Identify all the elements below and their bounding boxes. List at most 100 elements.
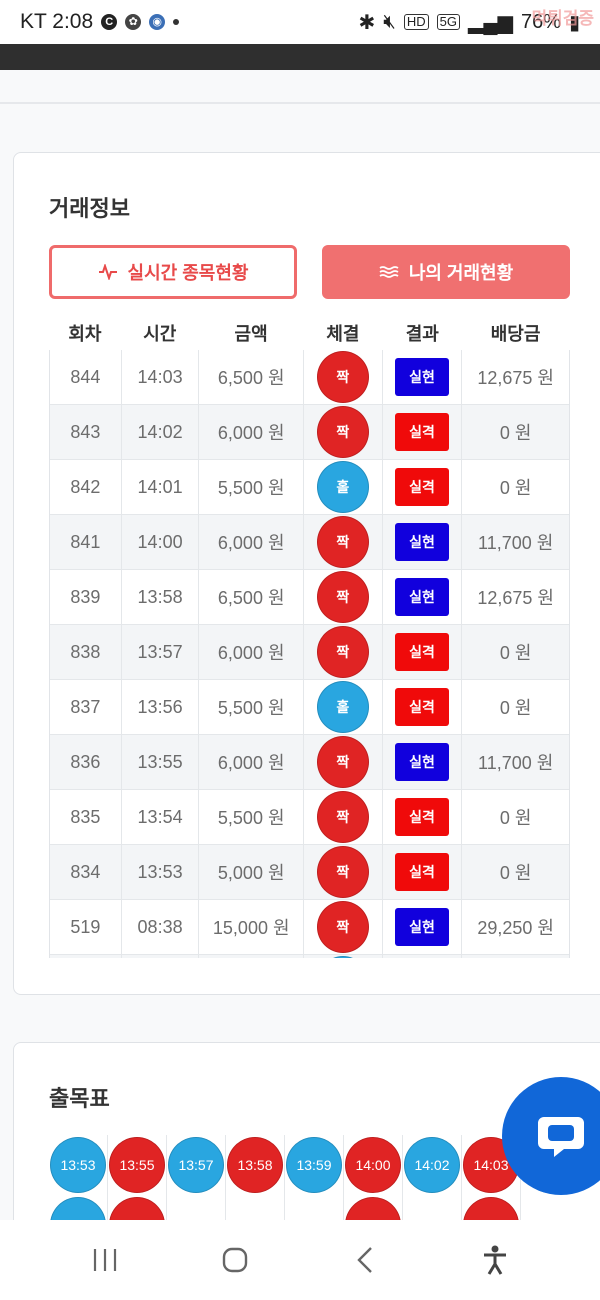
pulse-icon [98, 264, 117, 280]
payout-value: 0 원 [499, 863, 532, 883]
round-value: 836 [70, 751, 101, 772]
chulmok-row: 13:53 13:55 13:57 13:58 13:59 14:00 14:02 14:03… [49, 1135, 579, 1195]
realtime-status-label: 실시간 종목현황 [127, 263, 249, 283]
chulmok-ball: 14:04 [463, 1197, 519, 1220]
cell-time: 14:03 [122, 350, 200, 404]
recent-apps-icon [93, 1249, 117, 1271]
time-value: 13:57 [137, 641, 183, 662]
table-row: 839 13:58 6,500 원 짝 실현 12,675 원 [50, 570, 569, 625]
pick-ball: 짝 [316, 351, 369, 403]
cell-amount: 5,500 원 [199, 680, 305, 734]
my-trade-button[interactable]: 나의 거래현황 [322, 245, 570, 299]
cell-pick: 짝 [304, 350, 383, 404]
payout-value: 11,700 원 [478, 533, 554, 553]
amount-value: 5,000 원 [217, 863, 285, 883]
time-value: 13:53 [137, 861, 183, 882]
signal-icon: ▂▄▆ [468, 11, 513, 34]
cell-amount: 6,500 원 [199, 350, 305, 404]
result-badge: 실격 [395, 798, 450, 836]
chulmok-cell [521, 1195, 579, 1220]
cell-payout: 11,700 원 [462, 515, 569, 569]
notification-dot-icon [173, 19, 180, 25]
result-badge: 실격 [395, 853, 450, 891]
table-row: 842 14:01 5,500 원 홀 실격 0 원 [50, 460, 569, 515]
pick-ball: 짝 [316, 901, 369, 953]
header-round: 회차 [68, 324, 102, 344]
round-value: 844 [70, 366, 101, 387]
cell-time: 13:56 [122, 680, 200, 734]
back-button[interactable] [335, 1230, 395, 1290]
header-payout: 배당금 [490, 324, 541, 344]
time-value: 14:03 [137, 366, 183, 387]
amount-value: 6,500 원 [217, 368, 285, 388]
cell-round: 834 [50, 845, 122, 899]
home-button[interactable] [205, 1230, 265, 1290]
cell-time: 14:00 [122, 515, 200, 569]
cell-pick: 짝 [304, 625, 383, 679]
pick-ball: 짝 [316, 516, 369, 568]
accessibility-button[interactable] [465, 1230, 525, 1290]
pick-ball: 짝 [316, 846, 369, 898]
chulmok-grid: 13:53 13:55 13:57 13:58 13:59 14:00 14:02 14:03… [49, 1135, 579, 1220]
chulmok-cell: 13:58 [226, 1135, 285, 1195]
round-value: 837 [70, 696, 101, 717]
cell-result: 실격 [383, 625, 463, 679]
cell-result: 실현 [383, 515, 463, 569]
bluetooth-icon: ✱ [358, 11, 376, 34]
cell-result: 실현 [383, 900, 463, 954]
cell-pick: 홀 [304, 680, 383, 734]
table-row: 836 13:55 6,000 원 짝 실현 11,700 원 [50, 735, 569, 790]
payout-value: 0 원 [499, 478, 532, 498]
pick-ball: 짝 [316, 406, 369, 458]
cell-amount: 5,000 원 [199, 845, 305, 899]
header-time: 시간 [143, 324, 177, 344]
my-trade-label: 나의 거래현황 [408, 263, 514, 283]
cell-round: 838 [50, 625, 122, 679]
chulmok-cell: 13:59 [285, 1135, 344, 1195]
recent-apps-button[interactable] [75, 1230, 135, 1290]
mute-icon: 🔇︎ [383, 10, 396, 33]
table-row: 519 08:38 15,000 원 짝 실현 29,250 원 [50, 900, 569, 955]
result-badge: 실현 [395, 908, 450, 946]
cell-round: 843 [50, 405, 122, 459]
cell-time: 13:55 [122, 735, 200, 789]
payout-value: 11,700 원 [478, 753, 554, 773]
chulmok-cell: 13:54 [49, 1195, 108, 1220]
chulmok-ball: 13:57 [168, 1137, 224, 1193]
round-value: 843 [70, 421, 101, 442]
chulmok-cell: 14:04 [462, 1195, 521, 1220]
payout-value: 12,675 원 [477, 368, 554, 388]
cell-pick: 짝 [304, 515, 383, 569]
cell-pick: 짝 [304, 900, 383, 954]
cell-time: 08:38 [122, 900, 200, 954]
cell-payout: 0 원 [462, 405, 569, 459]
chulmok-ball: 13:59 [286, 1137, 342, 1193]
cell-amount: 5,500 원 [199, 790, 305, 844]
chulmok-cell: 13:55 [108, 1135, 167, 1195]
table-row: 835 13:54 5,500 원 짝 실격 0 원 [50, 790, 569, 845]
cell-payout: 29,250 원 [462, 900, 569, 954]
time-value: 13:56 [137, 696, 183, 717]
cell-pick: 짝 [304, 735, 383, 789]
cell-amount: 15,000 원 [199, 900, 305, 954]
realtime-status-button[interactable]: 실시간 종목현황 [49, 245, 297, 299]
amount-value: 15,000 원 [212, 918, 290, 938]
cell-amount: 6,000 원 [199, 735, 305, 789]
waves-icon [379, 266, 399, 278]
pick-ball: 홀 [316, 681, 369, 733]
table-row: 834 13:53 5,000 원 짝 실격 0 원 [50, 845, 569, 900]
amount-value: 6,000 원 [217, 423, 285, 443]
chulmok-cell: 14:02 [403, 1135, 462, 1195]
trade-table-body[interactable]: 844 14:03 6,500 원 짝 실현 12,675 원 843 14:02 6,000 … [49, 350, 570, 958]
cell-time: 13:53 [122, 845, 200, 899]
pick-ball: 짝 [316, 791, 369, 843]
time-value: 13:55 [137, 751, 183, 772]
cell-amount: 6,000 원 [199, 405, 305, 459]
cell-round: 841 [50, 515, 122, 569]
trade-info-card: 거래정보 실시간 종목현황 나의 거래현황 회차 시간 금액 체결 결과 배당금… [13, 152, 600, 995]
amount-value: 5,500 원 [217, 808, 285, 828]
pick-ball: 짝 [316, 626, 369, 678]
header-pick: 체결 [326, 324, 360, 344]
cell-round: 839 [50, 570, 122, 624]
chulmok-ball: 13:55 [109, 1137, 165, 1193]
